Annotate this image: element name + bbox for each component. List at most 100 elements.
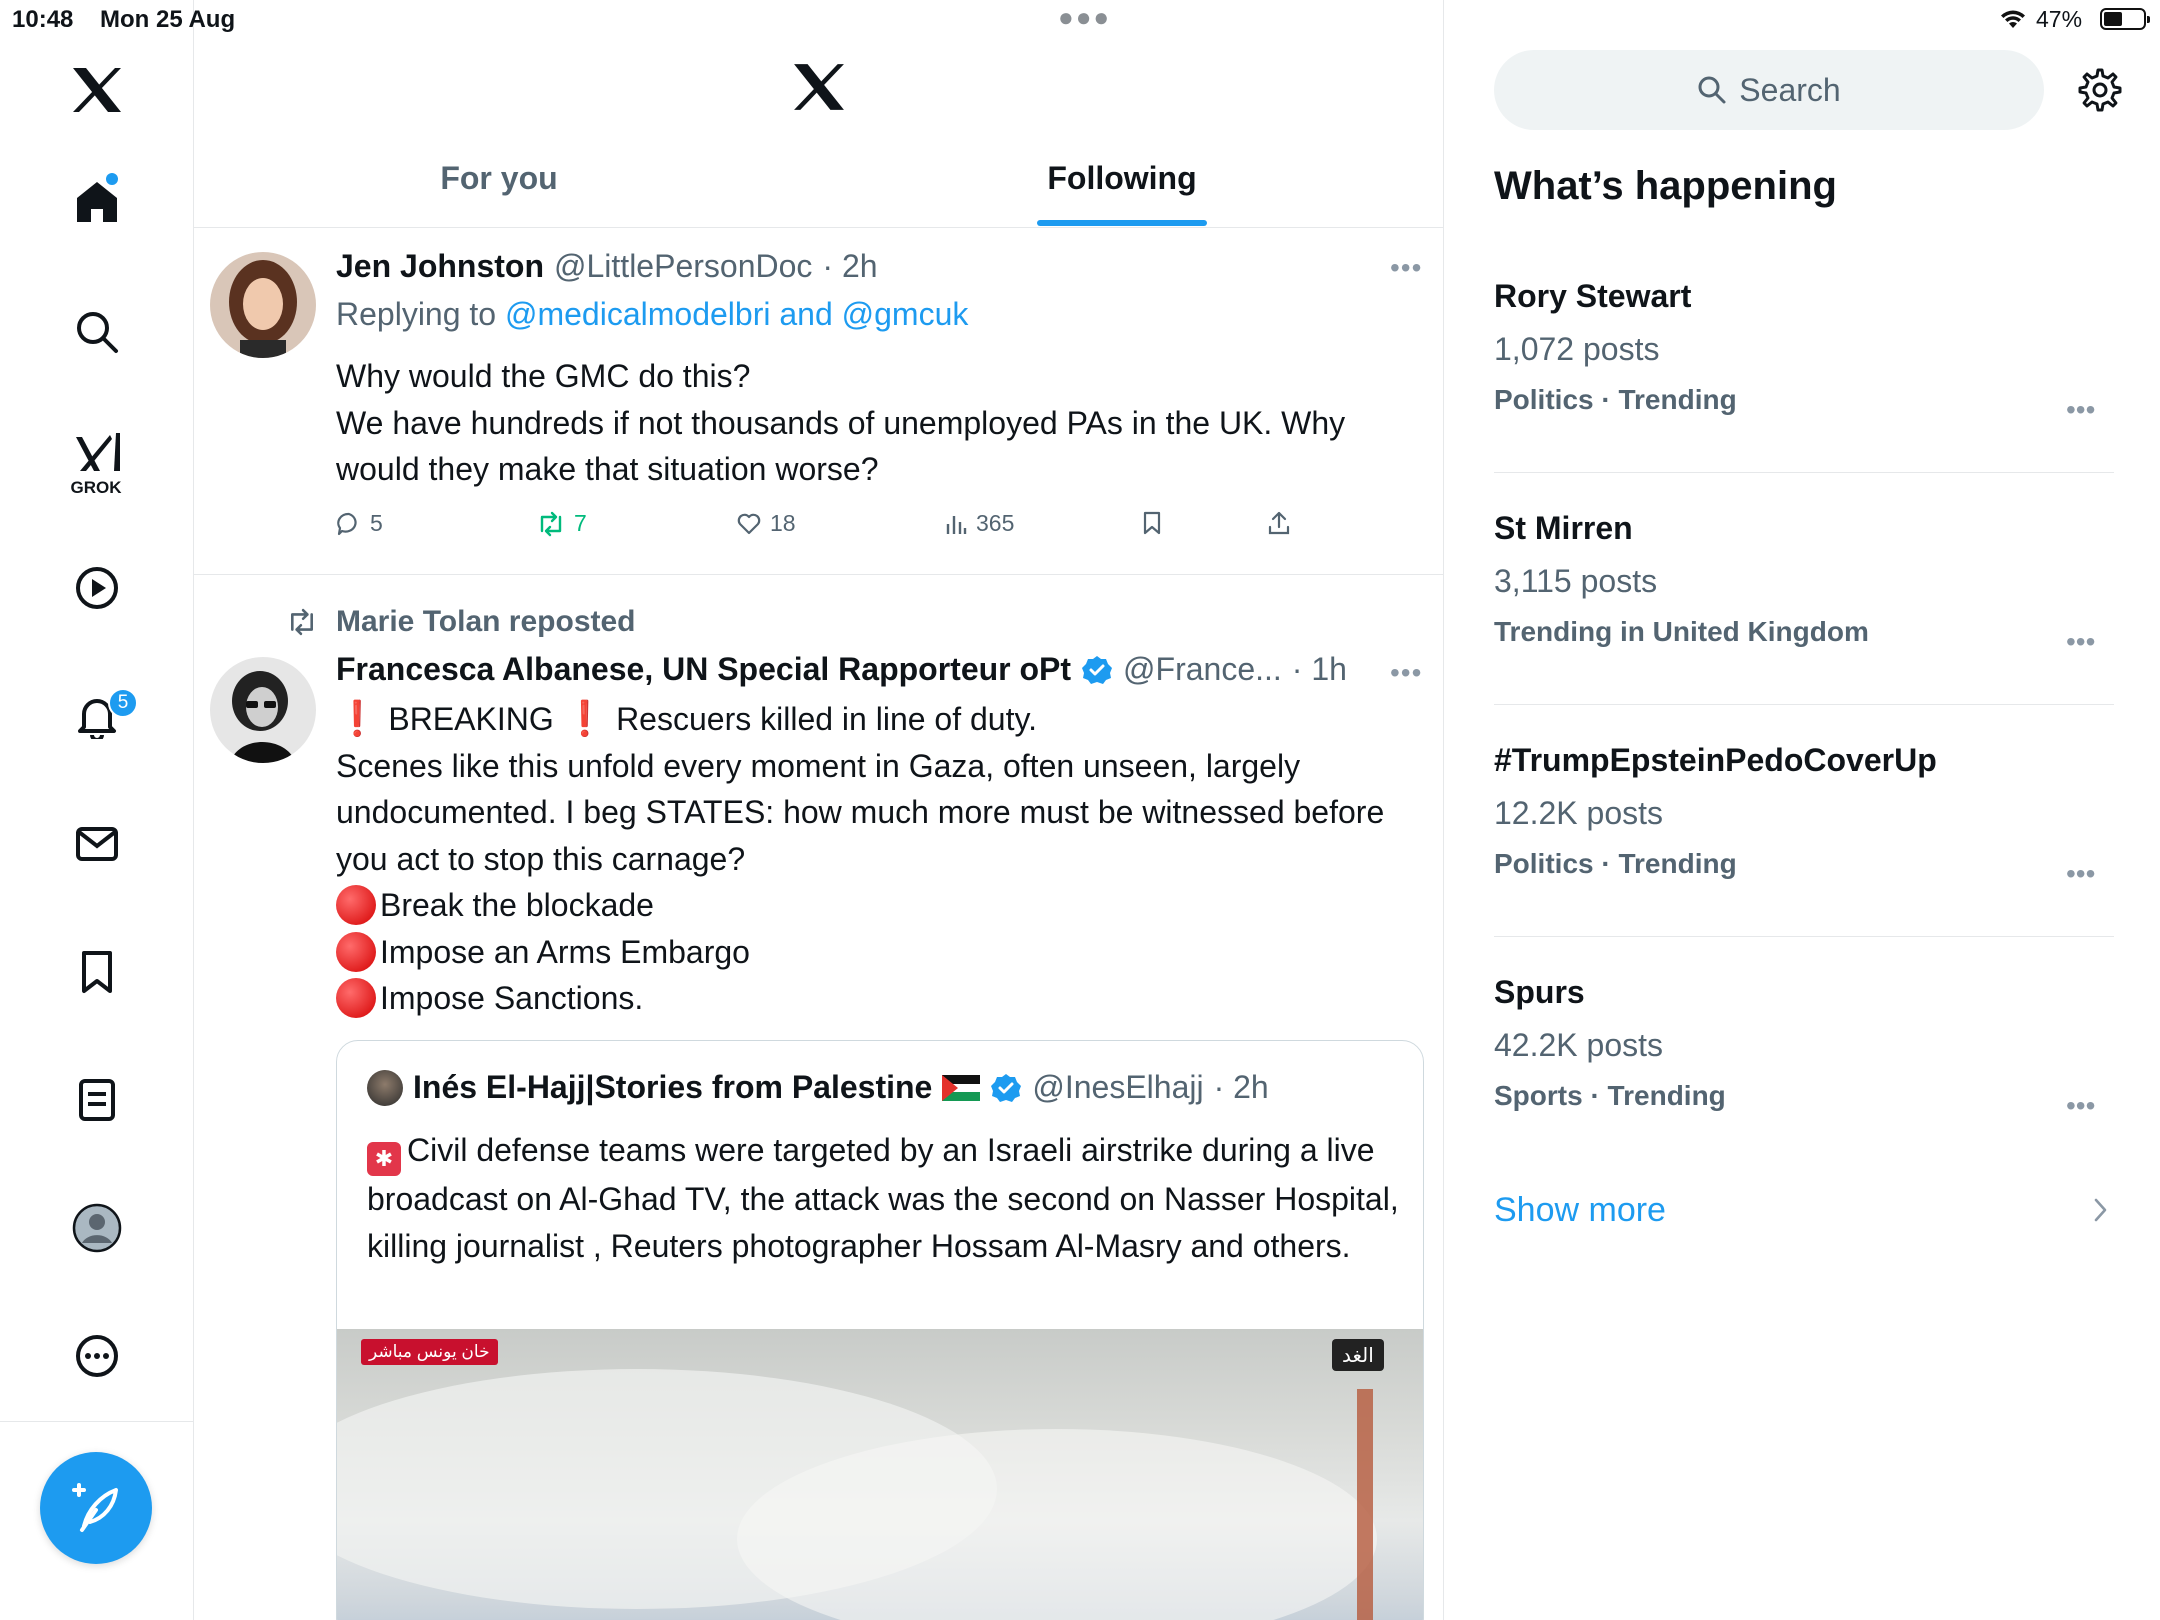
timestamp[interactable]: · 1h: [1292, 651, 1347, 688]
author-handle[interactable]: @LittlePersonDoc: [554, 248, 812, 285]
trend-separator: [1494, 704, 2114, 705]
feather-plus-icon: [72, 1483, 118, 1532]
search-icon[interactable]: [67, 302, 127, 362]
quote-author-name[interactable]: Inés El-Hajj|Stories from Palestine: [413, 1069, 932, 1106]
bookmark-button[interactable]: [1140, 510, 1164, 536]
trend-more-icon[interactable]: •••: [2066, 626, 2095, 658]
breaking-word: BREAKING: [388, 701, 554, 737]
timestamp[interactable]: · 2h: [822, 248, 877, 285]
more-icon[interactable]: [67, 1326, 127, 1386]
profile-icon[interactable]: [67, 1198, 127, 1258]
grok-icon[interactable]: [67, 422, 127, 482]
search-input[interactable]: Search: [1494, 50, 2044, 130]
like-button[interactable]: 18: [736, 510, 796, 537]
gear-icon[interactable]: [2072, 62, 2128, 118]
status-bar: 10:48 Mon 25 Aug ●●● 47%: [0, 0, 2160, 40]
author-name[interactable]: Jen Johnston: [336, 248, 544, 285]
reply-count: 5: [370, 510, 383, 536]
trend-context: Politics · Trending: [1494, 848, 1737, 879]
tweet-actions: 5 7 18 365: [336, 510, 1386, 550]
replying-to: Replying to @medicalmodelbri and @gmcuk: [336, 296, 968, 333]
more-options-icon[interactable]: •••: [1390, 657, 1422, 689]
trend-item[interactable]: #TrumpEpsteinPedoCoverUp 12.2K posts Pol…: [1494, 742, 2114, 912]
trend-more-icon[interactable]: •••: [2066, 858, 2095, 890]
trend-name: St Mirren: [1494, 510, 1633, 546]
demand-item: Impose an Arms Embargo: [336, 929, 1416, 976]
status-date: Mon 25 Aug: [100, 6, 236, 33]
quote-text-wrap: ✱ Civil defense teams were targeted by an…: [367, 1127, 1407, 1269]
demand-item: Break the blockade: [336, 882, 1416, 929]
trend-count: 3,115 posts: [1494, 563, 1658, 599]
trend-count: 1,072 posts: [1494, 331, 1660, 367]
demand-item: Impose Sanctions.: [336, 975, 1416, 1022]
replying-mentions[interactable]: @medicalmodelbri and @gmcuk: [505, 296, 968, 332]
exclamation-icon: ❗: [563, 700, 607, 738]
x-logo-icon[interactable]: [67, 60, 127, 120]
quoted-tweet[interactable]: Inés El-Hajj|Stories from Palestine @Ine…: [336, 1040, 1424, 1620]
left-nav: GROK 5: [0, 0, 194, 1620]
verified-badge-icon: [1082, 655, 1113, 684]
quote-avatar[interactable]: [367, 1069, 403, 1106]
list-icon[interactable]: [67, 1070, 127, 1130]
trend-more-icon[interactable]: •••: [2066, 1090, 2095, 1122]
more-options-icon[interactable]: •••: [1390, 252, 1422, 284]
breaking-rest: Rescuers killed in line of duty.: [616, 701, 1037, 737]
bookmark-icon[interactable]: [67, 942, 127, 1002]
battery-icon: [2100, 8, 2150, 30]
demand-text: Impose an Arms Embargo: [380, 933, 750, 970]
section-title: What’s happening: [1494, 164, 1837, 208]
exclamation-icon: ❗: [336, 700, 379, 738]
tweet-jen-johnston[interactable]: Jen Johnston @LittlePersonDoc · 2h ••• R…: [194, 228, 1443, 574]
multitasking-dots-icon[interactable]: ●●●: [1058, 2, 1111, 33]
trend-name: #TrumpEpsteinPedoCoverUp: [1494, 742, 1937, 778]
heart-icon: [737, 513, 761, 534]
quote-media-image[interactable]: خان يونس مباشر الغد: [337, 1329, 1423, 1620]
show-more-link[interactable]: Show more: [1494, 1191, 1666, 1230]
quote-text: ✱ Civil defense teams were targeted by an…: [367, 1127, 1407, 1269]
trend-more-icon[interactable]: •••: [2066, 394, 2095, 426]
tab-following[interactable]: Following: [804, 160, 1440, 228]
wifi-icon: [1998, 6, 2028, 35]
nav-divider: [0, 1421, 194, 1422]
author-name[interactable]: Francesca Albanese, UN Special Rapporteu…: [336, 651, 1071, 688]
trend-context: Trending in United Kingdom: [1494, 616, 1869, 647]
notifications-badge: 5: [108, 688, 138, 718]
author-handle[interactable]: @France...: [1123, 651, 1282, 688]
chevron-right-icon[interactable]: [2090, 1196, 2110, 1229]
reply-button[interactable]: 5: [336, 510, 383, 537]
trend-separator: [1494, 472, 2114, 473]
video-icon[interactable]: [67, 558, 127, 618]
x-logo-icon[interactable]: [792, 62, 846, 117]
trend-name: Rory Stewart: [1494, 278, 1692, 314]
views-icon: [946, 515, 967, 534]
avatar[interactable]: [210, 657, 316, 763]
views-button[interactable]: 365: [944, 510, 1014, 537]
timeline: Jen Johnston @LittlePersonDoc · 2h ••• R…: [194, 0, 1444, 1620]
avatar[interactable]: [210, 252, 316, 358]
palestine-flag-icon: [942, 1074, 981, 1101]
trend-count: 42.2K posts: [1494, 1027, 1663, 1063]
breaking-line: ❗ BREAKING ❗ Rescuers killed in line of …: [336, 696, 1416, 743]
repost-label: Marie Tolan reposted: [336, 605, 636, 638]
active-tab-indicator: [1037, 220, 1207, 226]
repost-context[interactable]: Marie Tolan reposted: [284, 605, 636, 639]
tab-label: Following: [1047, 160, 1197, 196]
bookmark-icon: [1143, 511, 1161, 535]
trend-item[interactable]: Spurs 42.2K posts Sports · Trending •••: [1494, 974, 2114, 1144]
tab-for-you[interactable]: For you: [194, 160, 804, 228]
trend-item[interactable]: St Mirren 3,115 posts Trending in United…: [1494, 510, 2114, 680]
compose-button[interactable]: [40, 1452, 152, 1564]
tweet-text: Why would the GMC do this? We have hundr…: [336, 358, 1346, 487]
replying-prefix: Replying to: [336, 296, 497, 332]
home-icon[interactable]: [67, 172, 127, 232]
trend-item[interactable]: Rory Stewart 1,072 posts Politics · Tren…: [1494, 278, 2114, 448]
repost-button[interactable]: 7: [536, 510, 587, 537]
quote-author-handle[interactable]: @InesElhajj: [1032, 1069, 1203, 1106]
share-button[interactable]: [1266, 510, 1292, 536]
reply-icon: [337, 512, 357, 535]
quote-timestamp[interactable]: · 2h: [1214, 1069, 1269, 1106]
home-unread-dot: [106, 173, 118, 185]
quote-header: Inés El-Hajj|Stories from Palestine @Ine…: [367, 1069, 1269, 1106]
demand-text: Impose Sanctions.: [380, 980, 644, 1016]
mail-icon[interactable]: [67, 814, 127, 874]
